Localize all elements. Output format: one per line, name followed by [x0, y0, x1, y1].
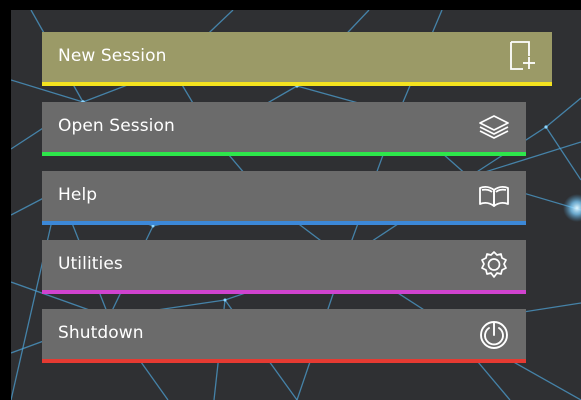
menu-item-label: Help	[58, 185, 98, 205]
app-screen: New Session Open Session Help Utilities …	[0, 0, 581, 400]
book-icon	[476, 178, 512, 214]
menu-item-accent	[42, 221, 526, 225]
power-icon	[476, 316, 512, 352]
menu-item-accent	[42, 359, 526, 363]
menu-item-label: Utilities	[58, 254, 123, 274]
menu-item-accent	[42, 290, 526, 294]
menu-item-label: New Session	[58, 46, 167, 66]
menu-item-label: Shutdown	[58, 323, 144, 343]
menu-panel: New Session Open Session Help Utilities …	[11, 10, 581, 400]
menu-item-accent	[42, 152, 526, 156]
menu-item-shutdown[interactable]: Shutdown	[42, 309, 526, 363]
glowing-node	[563, 194, 581, 222]
gear-icon	[476, 247, 512, 283]
menu-item-utilities[interactable]: Utilities	[42, 240, 526, 294]
menu-item-accent	[42, 82, 552, 86]
menu-item-new-session[interactable]: New Session	[42, 32, 552, 86]
menu-item-help[interactable]: Help	[42, 171, 526, 225]
new-session-icon	[504, 38, 540, 74]
menu-item-label: Open Session	[58, 116, 175, 136]
menu-item-open-session[interactable]: Open Session	[42, 102, 526, 156]
layers-icon	[476, 109, 512, 145]
